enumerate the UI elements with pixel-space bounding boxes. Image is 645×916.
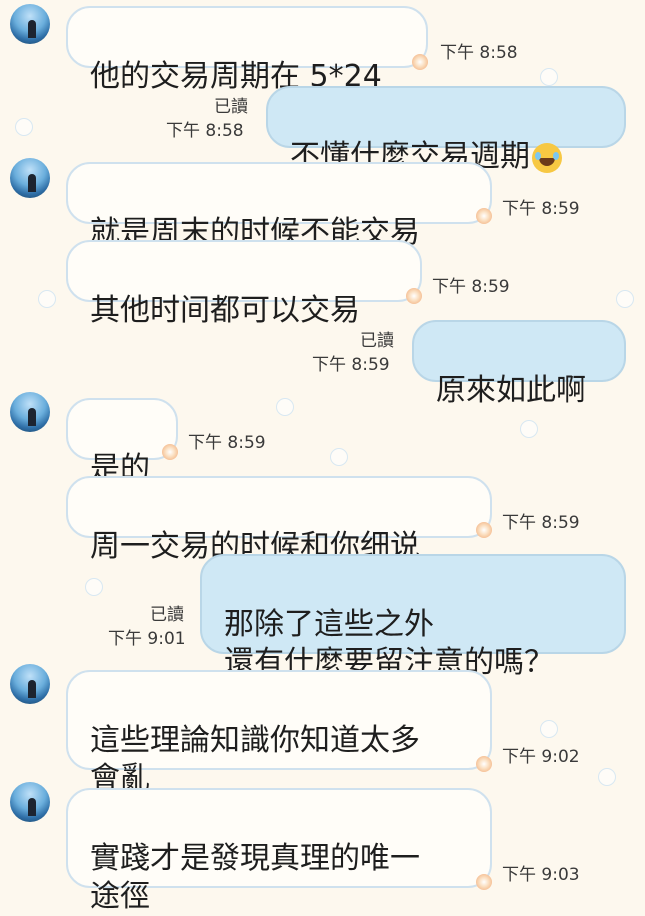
bubble-flower-icon	[476, 874, 492, 890]
message-time: 下午 8:59	[502, 199, 580, 219]
background-bubble	[616, 290, 634, 308]
message-text: 這些理論知識你知道太多 會亂	[90, 723, 420, 796]
background-bubble	[540, 68, 558, 86]
background-bubble	[15, 118, 33, 136]
message-time: 下午 9:01	[108, 629, 186, 649]
read-receipt: 已讀	[150, 605, 184, 625]
message-time: 下午 9:03	[502, 865, 580, 885]
avatar[interactable]	[10, 782, 50, 822]
message-text: 其他时间都可以交易	[90, 293, 360, 328]
message-time: 下午 8:58	[440, 43, 518, 63]
avatar[interactable]	[10, 392, 50, 432]
background-bubble	[85, 578, 103, 596]
read-receipt: 已讀	[360, 331, 394, 351]
bubble-flower-icon	[476, 522, 492, 538]
message-bubble-incoming[interactable]: 實踐才是發現真理的唯一 途徑	[66, 788, 492, 914]
background-bubble	[598, 768, 616, 786]
bubble-flower-icon	[476, 756, 492, 772]
message-time: 下午 8:59	[188, 433, 266, 453]
message-time: 下午 8:59	[432, 277, 510, 297]
background-bubble	[540, 720, 558, 738]
message-bubble-outgoing[interactable]: 原來如此啊	[412, 320, 626, 408]
message-bubble-outgoing[interactable]: 那除了這些之外 還有什麼要留注意的嗎？	[200, 554, 626, 680]
background-bubble	[520, 420, 538, 438]
message-time: 下午 8:59	[312, 355, 390, 375]
message-text: 原來如此啊	[436, 373, 586, 408]
background-bubble	[330, 448, 348, 466]
avatar[interactable]	[10, 4, 50, 44]
bubble-flower-icon	[412, 54, 428, 70]
background-bubble	[276, 398, 294, 416]
bubble-flower-icon	[476, 208, 492, 224]
message-bubble-incoming[interactable]: 其他时间都可以交易	[66, 240, 422, 328]
message-bubble-incoming[interactable]: 周一交易的时候和你细说	[66, 476, 492, 564]
read-receipt: 已讀	[214, 97, 248, 117]
message-text: 實踐才是發現真理的唯一 途徑	[90, 841, 420, 914]
message-bubble-outgoing[interactable]: 不懂什麼交易週期	[266, 86, 626, 174]
avatar[interactable]	[10, 664, 50, 704]
message-time: 下午 8:58	[166, 121, 244, 141]
message-bubble-incoming[interactable]: 就是周末的时候不能交易	[66, 162, 492, 250]
message-time: 下午 8:59	[502, 513, 580, 533]
bubble-flower-icon	[406, 288, 422, 304]
bubble-flower-icon	[162, 444, 178, 460]
message-time: 下午 9:02	[502, 747, 580, 767]
tears-of-joy-emoji-icon	[532, 142, 562, 173]
avatar[interactable]	[10, 158, 50, 198]
background-bubble	[38, 290, 56, 308]
message-bubble-incoming[interactable]: 這些理論知識你知道太多 會亂	[66, 670, 492, 796]
message-bubble-incoming[interactable]: 他的交易周期在 5*24	[66, 6, 428, 94]
